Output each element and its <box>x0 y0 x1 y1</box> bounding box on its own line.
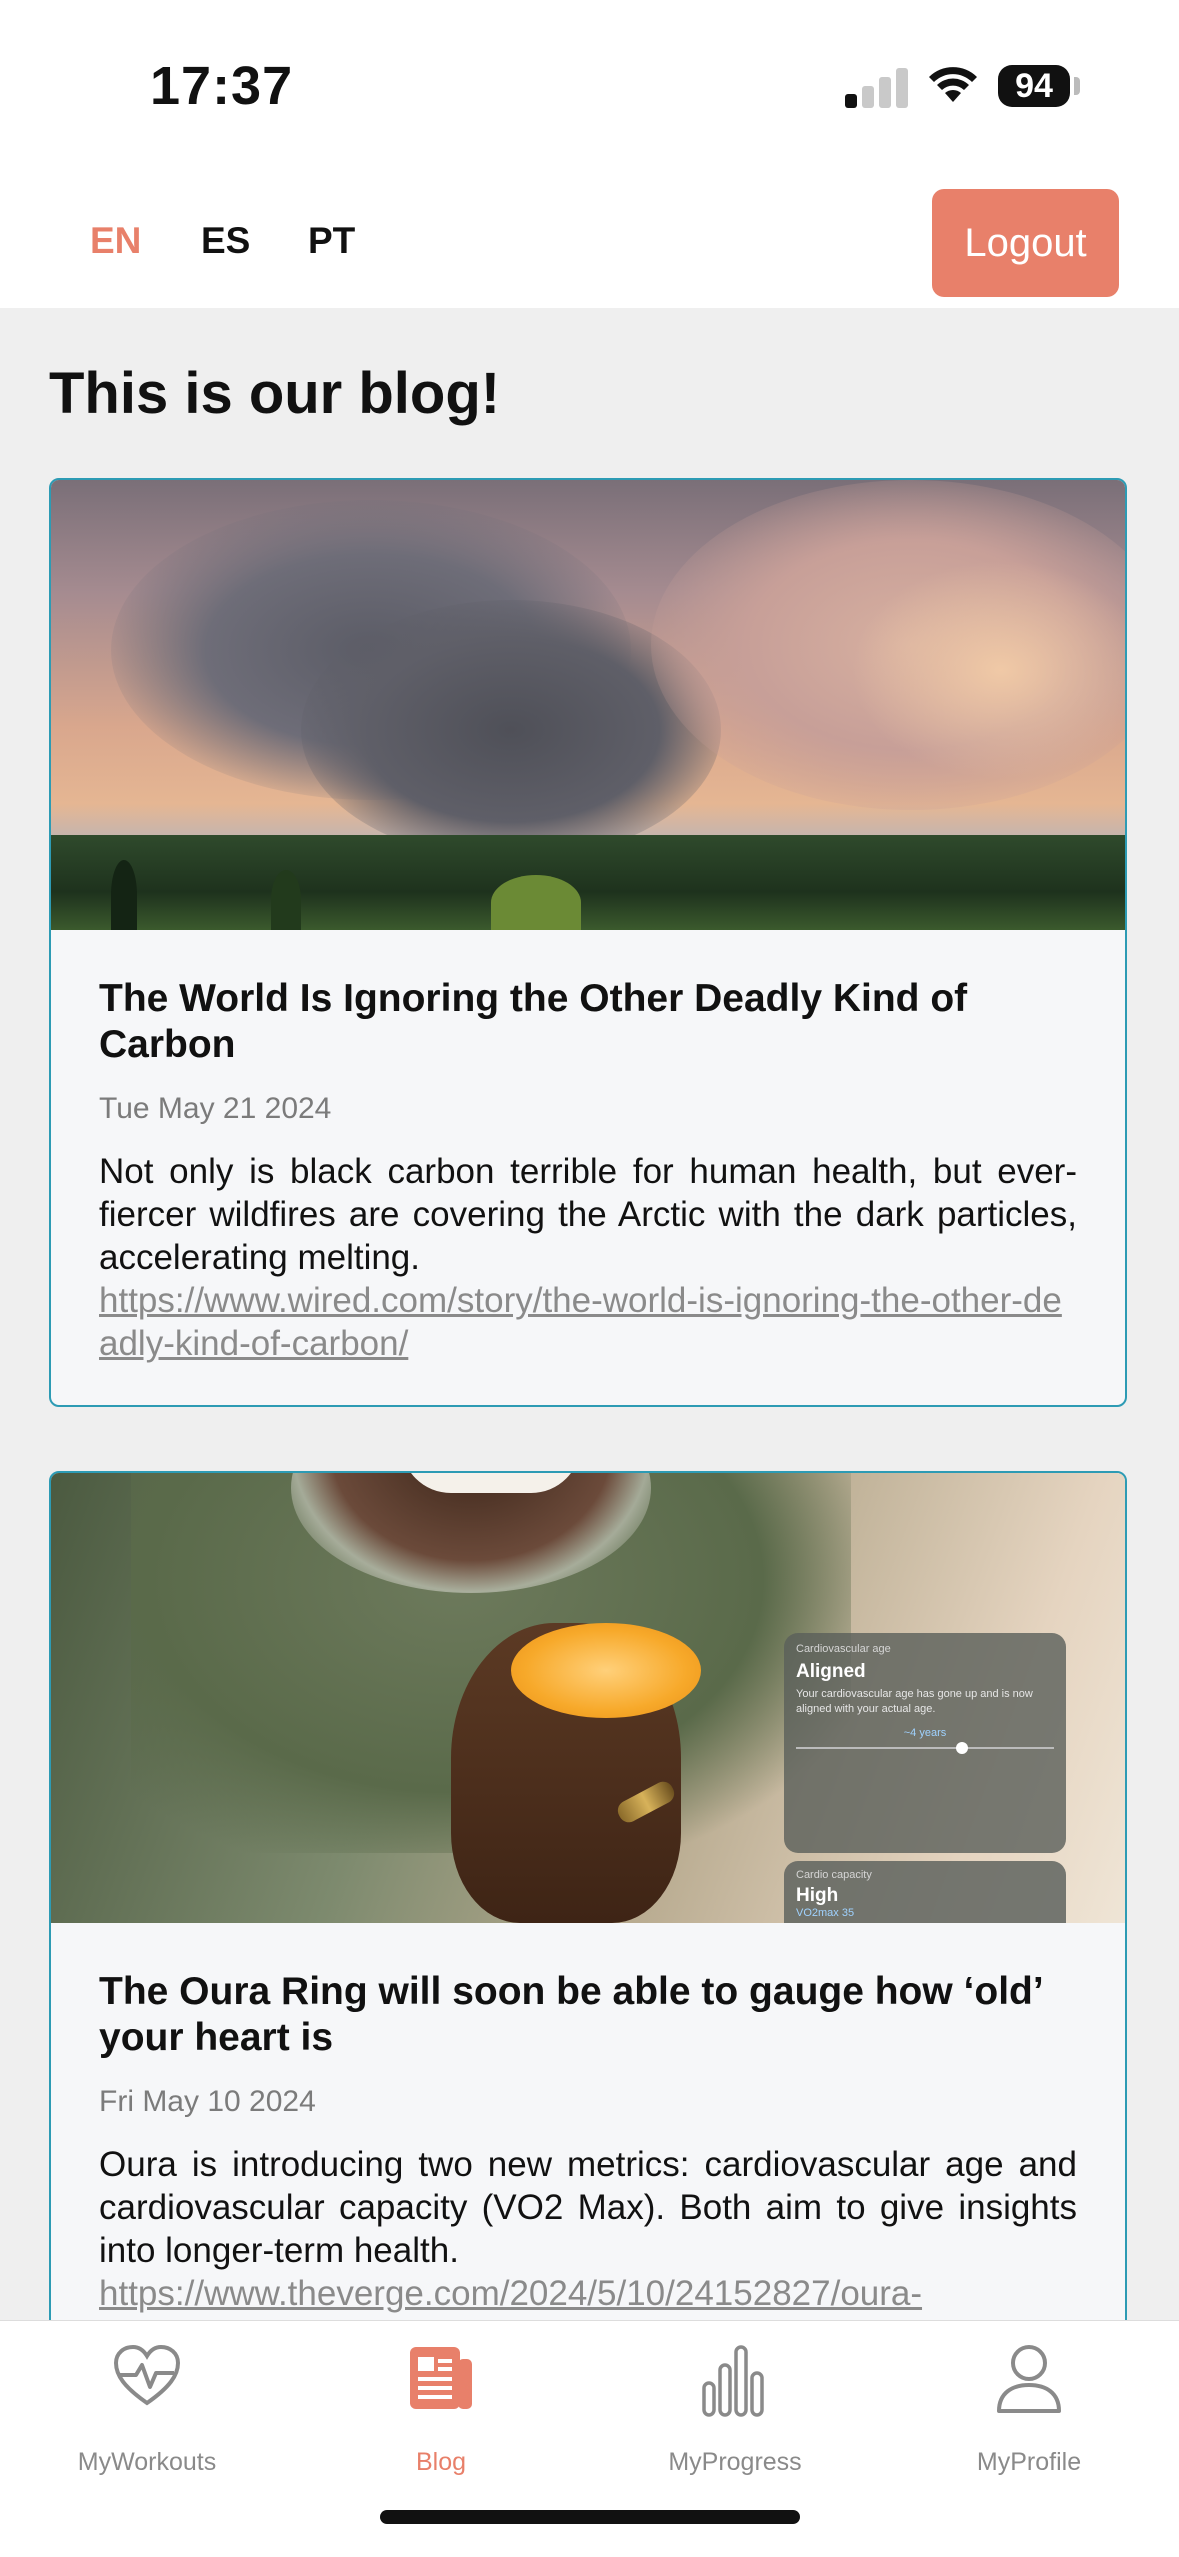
blog-post-card[interactable]: Cardiovascular age Aligned Your cardiova… <box>49 1471 1127 2331</box>
widget-value: VO2max 35 <box>796 1907 855 1919</box>
lang-es[interactable]: ES <box>201 220 250 262</box>
post-description: Oura is introducing two new metrics: car… <box>99 2145 1077 2270</box>
post-date: Tue May 21 2024 <box>99 1092 332 1125</box>
person-icon <box>997 2345 1061 2413</box>
post-body: The Oura Ring will soon be able to gauge… <box>51 1923 1125 2329</box>
tab-label: Blog <box>415 2448 467 2476</box>
cellular-signal-icon <box>845 66 908 108</box>
page-title: This is our blog! <box>49 361 501 426</box>
newspaper-icon <box>410 2347 472 2409</box>
widget-label: Cardio capacity <box>796 1869 872 1881</box>
status-time: 17:37 <box>150 56 294 116</box>
widget-value: ~4 years <box>903 1727 947 1739</box>
blog-post-card[interactable]: The World Is Ignoring the Other Deadly K… <box>49 478 1127 1407</box>
tab-label: MyProfile <box>976 2448 1082 2476</box>
lang-pt[interactable]: PT <box>308 220 355 262</box>
lang-en[interactable]: EN <box>90 220 141 262</box>
post-title[interactable]: The World Is Ignoring the Other Deadly K… <box>99 976 1077 1068</box>
status-bar: 17:37 94 <box>0 0 1179 170</box>
logout-button[interactable]: Logout <box>932 189 1119 297</box>
widget-text: Your cardiovascular age has gone up and … <box>796 1688 1033 1715</box>
tab-label: MyProgress <box>668 2448 802 2476</box>
tab-myprofile[interactable]: MyProfile <box>882 2321 1176 2501</box>
post-link[interactable]: https://www.theverge.com/2024/5/10/24152… <box>99 2272 1077 2315</box>
post-image <box>51 480 1125 930</box>
health-widget: Cardiovascular age Aligned Your cardiova… <box>784 1633 1066 1853</box>
tab-blog[interactable]: Blog <box>294 2321 588 2501</box>
bar-chart-icon <box>702 2345 764 2417</box>
post-body: The World Is Ignoring the Other Deadly K… <box>51 930 1125 1405</box>
post-date: Fri May 10 2024 <box>99 2085 316 2118</box>
post-link[interactable]: https://www.wired.com/story/the-world-is… <box>99 1279 1077 1365</box>
widget-label: Cardiovascular age <box>796 1643 891 1655</box>
heartbeat-icon <box>113 2344 181 2406</box>
post-image: Cardiovascular age Aligned Your cardiova… <box>51 1473 1125 1923</box>
tab-myworkouts[interactable]: MyWorkouts <box>0 2321 294 2501</box>
widget-title: Aligned <box>796 1661 866 1682</box>
tab-label: MyWorkouts <box>77 2448 217 2476</box>
wifi-icon <box>929 67 977 102</box>
post-description: Not only is black carbon terrible for hu… <box>99 1152 1077 1277</box>
widget-title: High <box>796 1885 839 1906</box>
battery-tip <box>1074 77 1080 95</box>
health-widget-2: Cardio capacity High VO2max 35 <box>784 1861 1066 1923</box>
top-header: EN ES PT Logout <box>0 170 1179 308</box>
home-indicator[interactable] <box>380 2510 800 2524</box>
tab-myprogress[interactable]: MyProgress <box>588 2321 882 2501</box>
post-title[interactable]: The Oura Ring will soon be able to gauge… <box>99 1969 1077 2061</box>
battery-icon: 94 <box>998 65 1070 107</box>
